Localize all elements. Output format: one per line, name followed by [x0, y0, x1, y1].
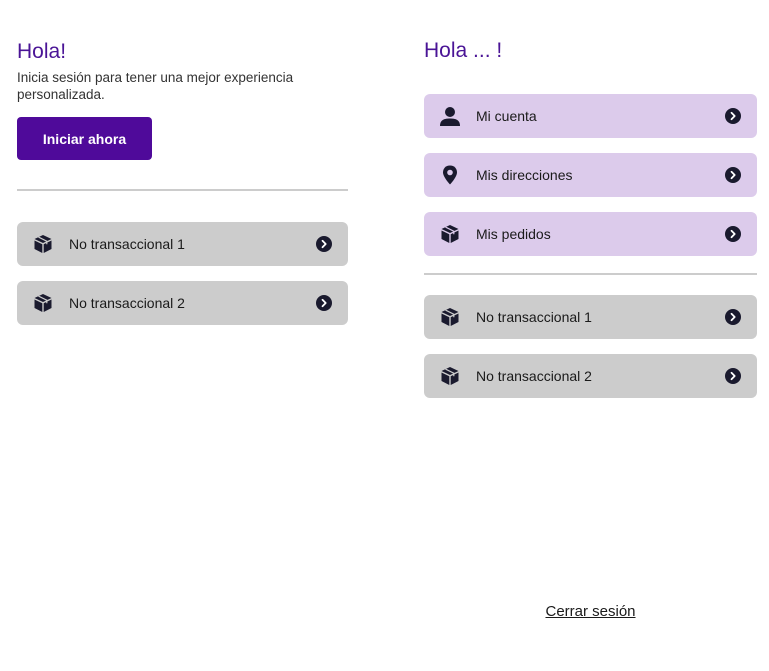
box-icon [33, 234, 53, 254]
chevron-right-circle-icon [725, 309, 741, 325]
account-item-mis-direcciones[interactable]: Mis direcciones [424, 153, 757, 197]
guest-greeting: Hola! [17, 40, 67, 63]
chevron-right-circle-icon [316, 236, 332, 252]
user-item-no-transaccional-1[interactable]: No transaccional 1 [424, 295, 757, 339]
item-label: No transaccional 2 [476, 368, 592, 384]
chevron-right-circle-icon [725, 368, 741, 384]
login-button[interactable]: Iniciar ahora [17, 117, 152, 160]
chevron-right-circle-icon [725, 167, 741, 183]
user-item-no-transaccional-2[interactable]: No transaccional 2 [424, 354, 757, 398]
account-item-mi-cuenta[interactable]: Mi cuenta [424, 94, 757, 138]
item-label: Mi cuenta [476, 108, 537, 124]
item-label: No transaccional 2 [69, 295, 185, 311]
box-icon [33, 293, 53, 313]
divider [17, 189, 348, 191]
item-label: No transaccional 1 [69, 236, 185, 252]
guest-subtitle: Inicia sesión para tener una mejor exper… [17, 70, 294, 102]
box-icon [440, 224, 460, 244]
item-label: Mis pedidos [476, 226, 551, 242]
item-label: No transaccional 1 [476, 309, 592, 325]
guest-item-no-transaccional-1[interactable]: No transaccional 1 [17, 222, 348, 266]
box-icon [440, 307, 460, 327]
account-item-mis-pedidos[interactable]: Mis pedidos [424, 212, 757, 256]
user-icon [440, 106, 460, 126]
guest-item-no-transaccional-2[interactable]: No transaccional 2 [17, 281, 348, 325]
user-greeting: Hola ... ! [424, 39, 503, 62]
item-label: Mis direcciones [476, 167, 573, 183]
logout-link[interactable]: Cerrar sesión [540, 603, 641, 620]
divider [424, 273, 757, 275]
chevron-right-circle-icon [725, 226, 741, 242]
chevron-right-circle-icon [725, 108, 741, 124]
location-pin-icon [440, 165, 460, 185]
chevron-right-circle-icon [316, 295, 332, 311]
box-icon [440, 366, 460, 386]
